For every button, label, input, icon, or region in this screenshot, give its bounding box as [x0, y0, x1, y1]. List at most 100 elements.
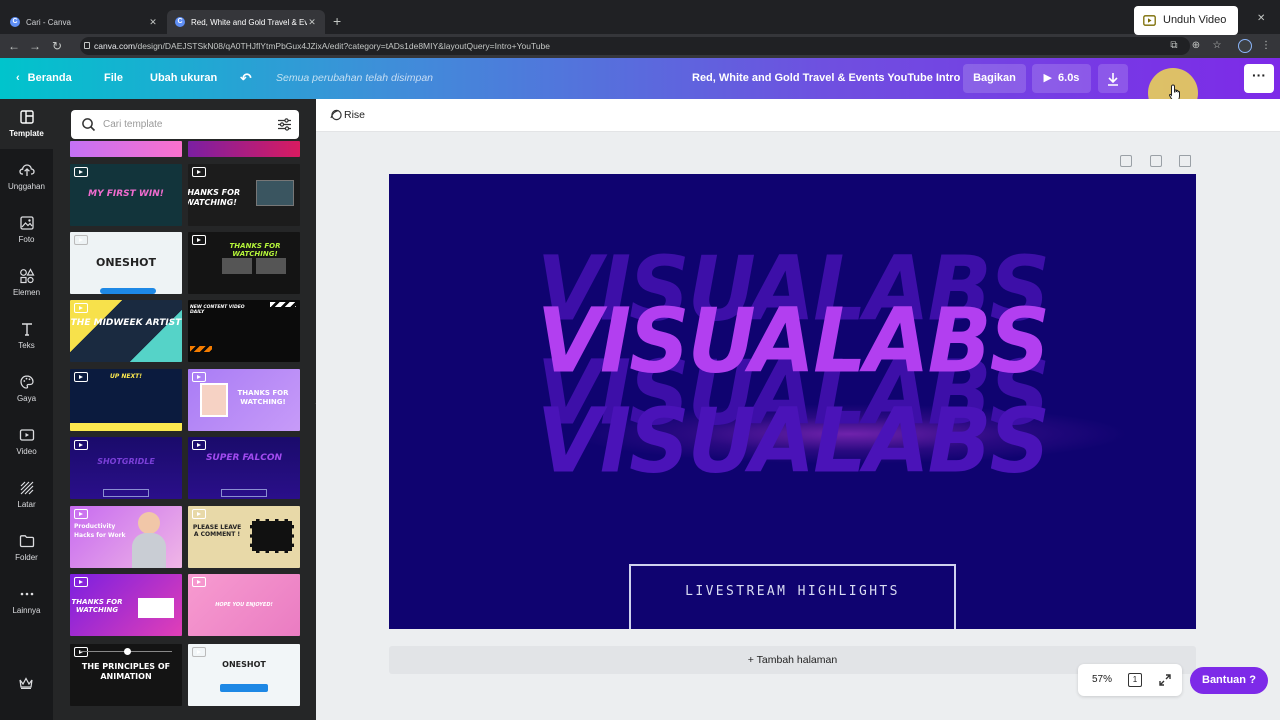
crown-icon[interactable] [19, 677, 33, 689]
page-count-icon[interactable]: 1 [1128, 673, 1142, 687]
video-badge-icon [192, 509, 206, 519]
subtitle-text: LIVESTREAM HIGHLIGHTS [685, 584, 900, 599]
close-window-button[interactable]: ✕ [1257, 13, 1265, 24]
add-page-button[interactable]: + Tambah halaman [389, 646, 1196, 674]
template-thumbnail[interactable]: UP NEXT! [70, 369, 182, 431]
template-thumbnail[interactable]: PLEASE LEAVE A COMMENT ! [188, 506, 300, 568]
echo-text-bottom: VISUALABS [536, 389, 1050, 493]
more-icon [20, 592, 33, 596]
template-thumbnail[interactable]: SHOTGRIDLE [70, 437, 182, 499]
photo-icon [19, 216, 34, 230]
file-menu-button[interactable]: File [104, 58, 123, 99]
canva-favicon-icon: C [175, 17, 185, 27]
duplicate-page-icon[interactable] [1150, 155, 1162, 167]
video-badge-icon [192, 372, 206, 382]
browser-tab-design[interactable]: C Red, White and Gold Travel & Events Yo… [167, 10, 325, 34]
editor-topbar: ‹ Beranda File Ubah ukuran ↶ Semua peruba… [0, 58, 1280, 99]
text-icon [21, 323, 32, 336]
bookmark-star-icon[interactable]: ☆ [1211, 40, 1223, 52]
translate-icon[interactable]: ⧉ [1168, 40, 1180, 52]
reload-icon[interactable]: ↻ [49, 38, 65, 54]
video-badge-icon [192, 167, 206, 177]
video-badge-icon [192, 647, 206, 657]
rail-item-template[interactable]: Template [0, 99, 53, 149]
filter-icon[interactable] [277, 117, 292, 132]
template-panel: MY FIRST WIN! THANKS FOR WATCHING! ONESH… [53, 99, 316, 720]
zoom-level[interactable]: 57% [1092, 664, 1112, 696]
more-options-button[interactable]: ··· [1244, 64, 1274, 93]
browser-tab-search[interactable]: C Cari - Canva ✕ [2, 10, 166, 34]
tab-close-icon[interactable]: ✕ [148, 17, 158, 28]
palette-icon [19, 375, 34, 389]
address-bar[interactable]: canva.com/design/DAEJSTSkN08/qA0THJflYtm… [80, 37, 1190, 55]
rail-item-background[interactable]: Latar [0, 470, 53, 520]
video-badge-icon [74, 509, 88, 519]
search-icon [82, 118, 96, 132]
rail-item-more[interactable]: Lainnya [0, 576, 53, 626]
new-tab-button[interactable]: + [333, 13, 341, 29]
template-thumbnail[interactable]: ONESHOT [70, 232, 182, 294]
home-back-button[interactable]: ‹ Beranda [16, 58, 72, 99]
rail-item-folder[interactable]: Folder [0, 523, 53, 573]
video-badge-icon [74, 235, 88, 245]
video-icon [19, 429, 34, 441]
background-icon [20, 481, 33, 495]
browser-toolbar: ← → ↻ canva.com/design/DAEJSTSkN08/qA0TH… [0, 34, 1280, 58]
template-search[interactable] [71, 110, 299, 139]
lock-icon[interactable] [84, 42, 90, 49]
template-thumbnail[interactable]: THANKS FOR WATCHING! [188, 164, 300, 226]
back-arrow-icon[interactable]: ← [6, 38, 22, 54]
upload-icon [18, 164, 35, 176]
forward-arrow-icon[interactable]: → [27, 38, 43, 54]
template-thumbnail[interactable]: THE PRINCIPLES OF ANIMATION [70, 644, 182, 706]
fullscreen-icon[interactable] [1158, 673, 1172, 687]
template-thumbnail[interactable]: THANKS FOR WATCHING! [188, 369, 300, 431]
template-thumbnail[interactable]: THANKS FOR WATCHING [70, 574, 182, 636]
zoom-icon[interactable]: ⊕ [1190, 40, 1202, 52]
video-badge-icon [74, 577, 88, 587]
main-title-text[interactable]: VISUALABS [389, 289, 1196, 393]
add-page-icon[interactable] [1179, 155, 1191, 167]
animation-button[interactable]: Rise [330, 99, 365, 132]
tab-close-icon[interactable]: ✕ [307, 17, 317, 28]
undo-icon[interactable]: ↶ [240, 58, 252, 99]
help-button[interactable]: Bantuan ? [1190, 667, 1268, 694]
share-button[interactable]: Bagikan [963, 64, 1026, 93]
design-canvas[interactable]: VISUALABS VISUALABS VISUALABS VISUALABS … [389, 174, 1196, 629]
template-thumbnail[interactable]: Productivity Hacks for Work [70, 506, 182, 568]
template-thumbnail[interactable] [70, 141, 182, 157]
search-input[interactable] [103, 110, 268, 139]
page-notes-icon[interactable] [1120, 155, 1132, 167]
template-thumbnail[interactable]: MY FIRST WIN! [70, 164, 182, 226]
chevron-left-icon: ‹ [16, 72, 20, 84]
tab-title: Red, White and Gold Travel & Events YouT… [191, 17, 307, 27]
rail-item-styles[interactable]: Gaya [0, 364, 53, 414]
document-title[interactable]: Red, White and Gold Travel & Events YouT… [692, 58, 960, 99]
subtitle-box[interactable]: LIVESTREAM HIGHLIGHTS [629, 564, 956, 629]
template-thumbnail[interactable] [188, 141, 300, 157]
template-thumbnail[interactable]: HOPE YOU ENJOYED! [188, 574, 300, 636]
template-thumbnail[interactable]: SUPER FALCON [188, 437, 300, 499]
profile-avatar[interactable] [1238, 39, 1252, 53]
elements-icon [19, 268, 35, 284]
video-file-icon [1143, 15, 1156, 26]
download-video-button[interactable]: Unduh Video [1134, 6, 1238, 35]
resize-button[interactable]: Ubah ukuran [150, 58, 217, 99]
left-rail: Template Unggahan Foto Elemen Teks Gaya … [0, 99, 53, 720]
rail-item-video[interactable]: Video [0, 417, 53, 467]
browser-menu-icon[interactable]: ⋮ [1260, 40, 1272, 52]
video-badge-icon [192, 577, 206, 587]
video-badge-icon [74, 303, 88, 313]
video-badge-icon [74, 647, 88, 657]
template-thumbnail[interactable]: THANKS FOR WATCHING! [188, 232, 300, 294]
download-icon[interactable] [1098, 64, 1128, 93]
rail-item-text[interactable]: Teks [0, 311, 53, 361]
rail-item-uploads[interactable]: Unggahan [0, 152, 53, 202]
rail-item-elements[interactable]: Elemen [0, 258, 53, 308]
template-thumbnail[interactable]: NEW CONTENT VIDEO DAILY [188, 300, 300, 362]
template-thumbnail[interactable]: ONESHOT [188, 644, 300, 706]
rail-item-photos[interactable]: Foto [0, 205, 53, 255]
animation-icon [330, 109, 342, 121]
play-button[interactable]: ▶ 6.0s [1032, 64, 1091, 93]
template-thumbnail[interactable]: THE MIDWEEK ARTIST [70, 300, 182, 362]
